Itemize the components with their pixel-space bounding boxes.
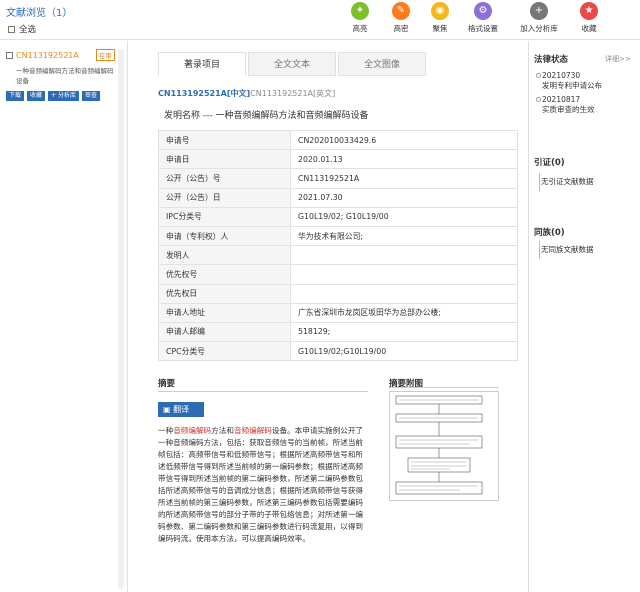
field-key: 优先权号 <box>158 264 291 285</box>
field-value: 2020.01.13 <box>290 149 518 170</box>
field-value: 518129; <box>290 321 518 343</box>
abstract-text: 一种音频编解码方法和音频编解码设备。本申请实施例公开了一种音频编码方法，包括：获… <box>158 426 364 543</box>
select-all[interactable]: 全选 <box>8 23 36 35</box>
field-value: 华为技术有限公司; <box>290 225 518 247</box>
field-value: G10L19/02; G10L19/00 <box>290 206 518 227</box>
field-value: 广东省深圳市龙岗区坂田华为总部办公楼; <box>290 302 518 323</box>
format-settings-button[interactable]: ⚙ 格式设置 <box>459 2 507 34</box>
tab-bibliographic[interactable]: 著录项目 <box>158 52 246 76</box>
family-title: 同族(0) <box>534 228 565 238</box>
favorite-icon: ★ <box>580 2 598 20</box>
table-row: 优先权号 <box>158 264 518 285</box>
item-code[interactable]: CN113192521A <box>16 51 79 60</box>
highlight-icon: ✦ <box>351 2 369 20</box>
tool-label: 格式设置 <box>468 24 498 33</box>
add-analysis-button[interactable]: + 分析库 <box>48 91 79 101</box>
field-key: 申请号 <box>158 129 291 151</box>
top-toolbar: 文献浏览（1） 全选 ✦ 高亮 ✎ 高密 ◉ 聚焦 ⚙ 格式设置 + 加入分析库 ★ 收藏 <box>0 0 640 40</box>
detail-link[interactable]: 详细>> <box>605 54 631 64</box>
format-settings-icon: ⚙ <box>474 2 492 20</box>
field-key: 公开（公告）日 <box>158 187 291 208</box>
tab-fullimage[interactable]: 全文图像 <box>338 52 426 76</box>
citations-empty: 无引证文献数据 <box>539 173 594 191</box>
item-description: 一种音频编解码方法和音频编解码设备 <box>16 67 114 85</box>
table-row: 申请号 CN202010033429.6 <box>158 129 518 151</box>
invention-label: 发明名称 --- <box>164 111 213 121</box>
abstract-figure[interactable] <box>389 391 499 501</box>
list-item[interactable]: CN113192521A 在审 一种音频编解码方法和音频编解码设备 下载 收藏 … <box>6 49 116 101</box>
focus-icon: ◉ <box>431 2 449 20</box>
field-key: 申请人邮编 <box>158 321 291 343</box>
table-row: CPC分类号 G10L19/02;G10L19/00 <box>158 341 518 362</box>
field-value: G10L19/02;G10L19/00 <box>290 341 518 362</box>
field-key: CPC分类号 <box>158 341 291 362</box>
field-value <box>290 245 518 266</box>
citations-title: 引证(0) <box>534 158 565 168</box>
field-value <box>290 283 518 304</box>
field-value: 2021.07.30 <box>290 187 518 208</box>
table-row: 申请人邮编 518129; <box>158 321 518 343</box>
code-cn-link[interactable]: CN113192521A[中文] <box>158 89 250 98</box>
field-key: 申请（专利权）人 <box>158 225 291 247</box>
invention-value: 一种音频编解码方法和音频编解码设备 <box>215 111 369 121</box>
right-sidebar: 法律状态 详细>> 20210730 发明专利申请公布 20210817 实质审查的… <box>525 41 640 592</box>
abstract-title: 摘要 <box>158 379 176 389</box>
figure-divider <box>389 387 499 388</box>
field-key: 申请日 <box>158 149 291 170</box>
legal-event: 20210730 发明专利申请公布 <box>542 71 602 90</box>
table-row: 申请（专利权）人 华为技术有限公司; <box>158 225 518 247</box>
select-all-checkbox[interactable] <box>8 25 15 33</box>
item-checkbox[interactable] <box>6 51 13 59</box>
page-title: 文献浏览（1） <box>6 8 73 19</box>
tab-fulltext[interactable]: 全文文本 <box>248 52 336 76</box>
family-empty: 无同族文献数据 <box>539 241 594 259</box>
field-key: 申请人地址 <box>158 302 291 323</box>
dense-icon: ✎ <box>392 2 410 20</box>
table-row: IPC分类号 G10L19/02; G10L19/00 <box>158 206 518 227</box>
select-all-label: 全选 <box>19 25 37 35</box>
table-row: 申请人地址 广东省深圳市龙岗区坂田华为总部办公楼; <box>158 302 518 323</box>
document-codes: CN113192521A[中文]CN113192521A[英文] <box>158 88 335 99</box>
status-badge: 在审 <box>95 49 115 61</box>
favorite-button[interactable]: ★ 收藏 <box>565 2 613 34</box>
field-value: CN202010033429.6 <box>290 129 518 151</box>
table-row: 公开（公告）号 CN113192521A <box>158 168 518 189</box>
review-button[interactable]: 审查 <box>81 91 100 101</box>
timeline-dot <box>536 73 541 78</box>
field-value <box>290 264 518 285</box>
legal-status-title: 法律状态 <box>534 55 569 65</box>
list-scrollbar[interactable] <box>118 49 124 589</box>
timeline-dot <box>536 97 541 102</box>
field-key: 发明人 <box>158 245 291 266</box>
download-button[interactable]: 下载 <box>6 91 25 101</box>
tab-bar: 著录项目 全文文本 全文图像 <box>158 52 428 76</box>
add-analysis-icon: + <box>530 2 548 20</box>
translate-icon: ▣ <box>163 405 174 414</box>
tool-label: 加入分析库 <box>520 24 558 33</box>
translate-button[interactable]: ▣ 翻译 <box>158 402 204 417</box>
translate-label: 翻译 <box>173 405 190 414</box>
field-value: CN113192521A <box>290 168 518 189</box>
field-key: 公开（公告）号 <box>158 168 291 189</box>
field-key: IPC分类号 <box>158 206 291 227</box>
tool-label: 收藏 <box>581 24 597 33</box>
table-row: 申请日 2020.01.13 <box>158 149 518 170</box>
bibliographic-table: 申请号 CN202010033429.6 申请日 2020.01.13 公开（公告）号 C… <box>158 129 518 362</box>
table-row: 发明人 <box>158 245 518 266</box>
legal-event: 20210817 实质审查的生效 <box>542 95 595 114</box>
table-row: 公开（公告）日 2021.07.30 <box>158 187 518 208</box>
focus-button[interactable]: ◉ 聚焦 <box>416 2 464 34</box>
tool-label: 聚焦 <box>432 24 448 33</box>
document-list-pane: CN113192521A 在审 一种音频编解码方法和音频编解码设备 下载 收藏 … <box>0 41 128 592</box>
abstract-divider <box>158 391 368 392</box>
invention-name: 发明名称 --- 一种音频编解码方法和音频编解码设备 <box>164 108 369 121</box>
code-en-link[interactable]: CN113192521A[英文] <box>250 89 335 98</box>
field-key: 优先权日 <box>158 283 291 304</box>
favorite-button[interactable]: 收藏 <box>27 91 46 101</box>
timeline-line <box>528 41 529 592</box>
table-row: 优先权日 <box>158 283 518 304</box>
add-analysis-button[interactable]: + 加入分析库 <box>515 2 563 34</box>
flowchart-image <box>395 395 483 495</box>
